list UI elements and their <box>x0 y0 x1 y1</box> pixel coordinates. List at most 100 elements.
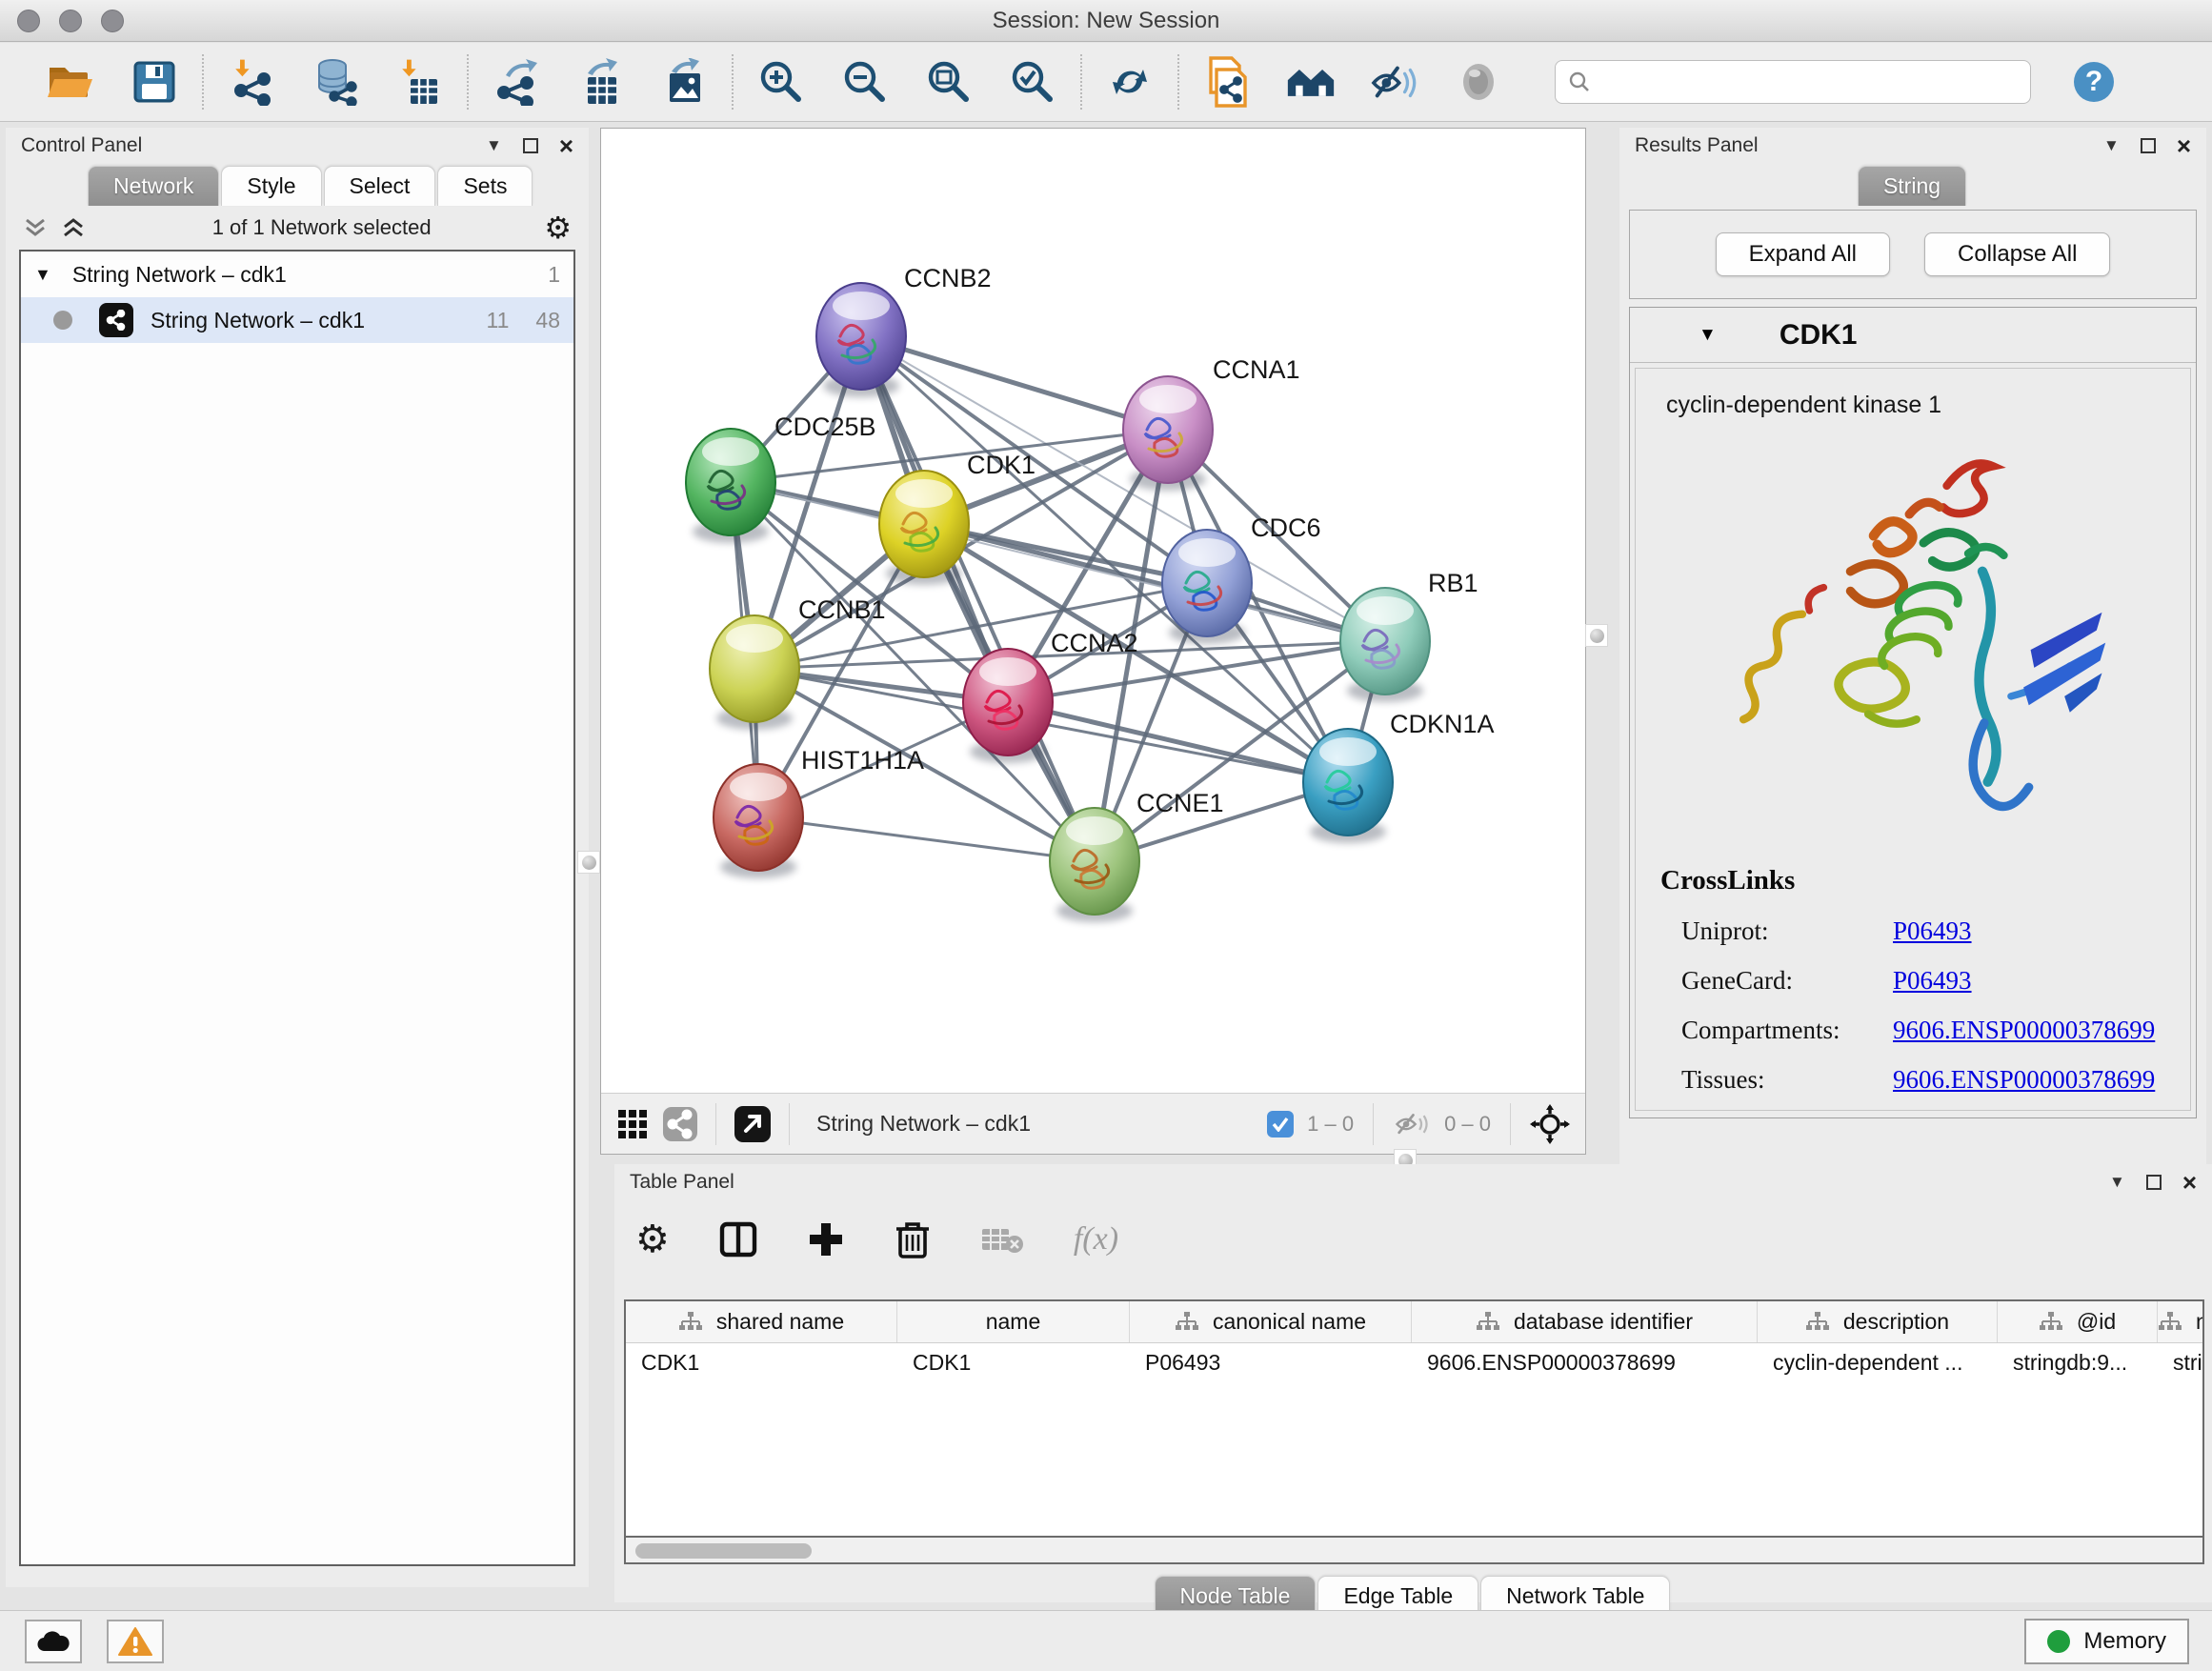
column-header-namespace[interactable]: namespace <box>2158 1301 2204 1342</box>
column-header-canonical-name[interactable]: canonical name <box>1130 1301 1412 1342</box>
table-cell[interactable]: P06493 <box>1130 1343 1412 1383</box>
fit-selected-crosshair-icon[interactable] <box>1530 1104 1570 1144</box>
network-node-count: 11 <box>487 308 510 333</box>
maximize-panel-icon[interactable] <box>2146 1175 2162 1190</box>
expand-all-button[interactable]: Expand All <box>1716 232 1890 276</box>
left-splitter-handle[interactable] <box>577 851 600 874</box>
network-node-ccne1[interactable]: CCNE1 <box>1050 789 1224 922</box>
tab-network[interactable]: Network <box>88 166 219 206</box>
network-options-gear-icon[interactable]: ⚙ <box>544 212 572 243</box>
import-network-file-button[interactable] <box>227 57 276 107</box>
detach-view-icon[interactable] <box>734 1105 772 1143</box>
expand-all-icon[interactable] <box>61 216 86 239</box>
zoom-in-button[interactable] <box>756 57 806 107</box>
export-table-button[interactable] <box>575 57 625 107</box>
network-edge[interactable] <box>861 336 1168 430</box>
collapse-all-button[interactable]: Collapse All <box>1924 232 2110 276</box>
close-panel-icon[interactable]: × <box>559 138 573 153</box>
column-header-shared-name[interactable]: shared name <box>626 1301 897 1342</box>
column-header-label: shared name <box>716 1309 844 1335</box>
network-edge[interactable] <box>861 336 1095 861</box>
float-panel-icon[interactable]: ▼ <box>2109 1173 2125 1192</box>
network-edge-count: 48 <box>535 308 560 333</box>
float-panel-icon[interactable]: ▼ <box>486 136 502 155</box>
cloud-status-button[interactable] <box>25 1620 82 1663</box>
network-row[interactable]: String Network – cdk1 11 48 <box>21 297 573 343</box>
save-session-button[interactable] <box>130 57 179 107</box>
zoom-out-button[interactable] <box>840 57 890 107</box>
maximize-panel-icon[interactable] <box>523 138 538 153</box>
network-collection-row[interactable]: ▼ String Network – cdk1 1 <box>21 252 573 297</box>
float-panel-icon[interactable]: ▼ <box>2103 136 2120 155</box>
footer-separator <box>1373 1103 1374 1145</box>
open-session-button[interactable] <box>46 57 95 107</box>
import-network-database-button[interactable] <box>311 57 360 107</box>
search-box <box>1555 60 2031 104</box>
network-node-ccnb1[interactable]: CCNB1 <box>710 595 886 730</box>
birdseye-grid-icon[interactable] <box>616 1108 649 1140</box>
export-network-button[interactable] <box>492 57 541 107</box>
crosslink-link[interactable]: 9606.ENSP00000378699 <box>1893 1065 2155 1095</box>
tab-string[interactable]: String <box>1858 166 1966 206</box>
column-header-database-identifier[interactable]: database identifier <box>1412 1301 1758 1342</box>
table-panel-title: Table Panel <box>630 1171 734 1194</box>
warnings-button[interactable] <box>107 1620 164 1663</box>
new-network-from-selection-button[interactable] <box>1202 57 1252 107</box>
collapse-all-icon[interactable] <box>23 216 48 239</box>
column-header--id[interactable]: @id <box>1998 1301 2158 1342</box>
help-button[interactable]: ? <box>2069 57 2119 107</box>
network-node-cdc6[interactable]: CDC6 <box>1162 513 1321 644</box>
import-table-icon <box>395 58 443 106</box>
apply-layout-button[interactable] <box>1105 57 1155 107</box>
create-column-plus-icon[interactable] <box>807 1220 845 1258</box>
collection-disclosure-icon[interactable]: ▼ <box>34 265 51 285</box>
network-share-icon[interactable] <box>662 1106 698 1142</box>
memory-button[interactable]: Memory <box>2024 1619 2189 1664</box>
show-columns-icon[interactable] <box>719 1220 757 1258</box>
crosslink-link[interactable]: 9606.ENSP00000378699 <box>1893 1016 2155 1045</box>
close-panel-icon[interactable]: × <box>2182 1175 2197 1190</box>
table-cell[interactable]: 9606.ENSP00000378699 <box>1412 1343 1758 1383</box>
tab-select[interactable]: Select <box>324 166 436 206</box>
node-label-ccnb2: CCNB2 <box>904 264 992 292</box>
hide-graphics-details-button[interactable] <box>1370 57 1419 107</box>
protein-section-header[interactable]: ▼ CDK1 <box>1630 308 2196 363</box>
crosslink-link[interactable]: P06493 <box>1893 966 1972 996</box>
network-view[interactable]: CCNB2CCNA1CDC25BCDK1CDC6RB1CCNB1CCNA2CDK… <box>600 128 1586 1155</box>
table-cell[interactable]: stringdb <box>2158 1343 2204 1383</box>
network-canvas[interactable]: CCNB2CCNA1CDC25BCDK1CDC6RB1CCNB1CCNA2CDK… <box>601 129 1585 1093</box>
zoom-selected-button[interactable] <box>1008 57 1057 107</box>
network-view-toolbar: String Network – cdk1 1 – 0 0 – 0 <box>601 1093 1585 1154</box>
export-image-button[interactable] <box>659 57 709 107</box>
section-disclosure-icon[interactable]: ▼ <box>1699 325 1717 346</box>
table-cell[interactable]: CDK1 <box>897 1343 1130 1383</box>
column-header-name[interactable]: name <box>897 1301 1130 1342</box>
table-cell[interactable]: cyclin-dependent ... <box>1758 1343 1998 1383</box>
delete-column-trash-icon[interactable] <box>895 1219 931 1259</box>
column-header-description[interactable]: description <box>1758 1301 1998 1342</box>
right-splitter-handle[interactable] <box>1585 624 1608 647</box>
network-edge[interactable] <box>1008 702 1348 782</box>
zoom-fit-button[interactable] <box>924 57 974 107</box>
tab-sets[interactable]: Sets <box>437 166 533 206</box>
table-cell[interactable]: stringdb:9... <box>1998 1343 2158 1383</box>
search-input[interactable] <box>1592 70 2011 94</box>
network-edge[interactable] <box>758 817 1095 861</box>
crosslink-link[interactable]: P06493 <box>1893 916 1972 946</box>
import-table-button[interactable] <box>394 57 444 107</box>
maximize-panel-icon[interactable] <box>2141 138 2156 153</box>
table-options-gear-icon[interactable]: ⚙ <box>635 1224 670 1255</box>
table-row[interactable]: CDK1CDK1P064939606.ENSP00000378699cyclin… <box>626 1343 2202 1383</box>
network-node-cdkn1a[interactable]: CDKN1A <box>1303 710 1495 843</box>
string-home-button[interactable] <box>1286 57 1336 107</box>
tab-style[interactable]: Style <box>221 166 321 206</box>
column-type-icon <box>678 1311 703 1334</box>
network-node-hist1h1a[interactable]: HIST1H1A <box>714 746 924 878</box>
scrollbar-thumb[interactable] <box>635 1543 812 1559</box>
memory-label: Memory <box>2083 1628 2166 1655</box>
selected-checkbox-icon[interactable] <box>1267 1111 1294 1137</box>
network-node-rb1[interactable]: RB1 <box>1340 569 1478 702</box>
table-cell[interactable]: CDK1 <box>626 1343 897 1383</box>
close-panel-icon[interactable]: × <box>2177 138 2191 153</box>
show-graphics-details-button[interactable] <box>1454 57 1503 107</box>
